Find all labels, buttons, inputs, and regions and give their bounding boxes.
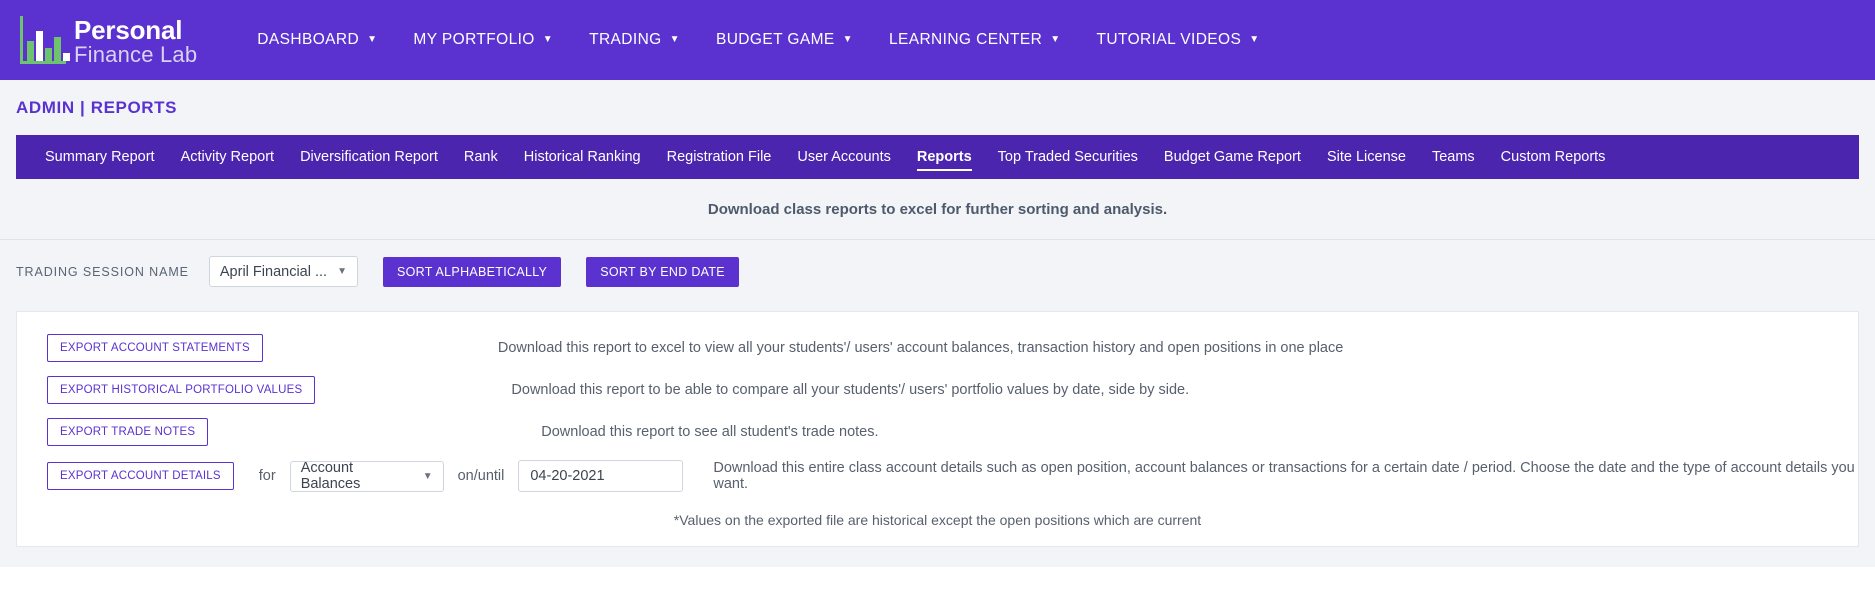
account-details-date-input[interactable] bbox=[518, 460, 684, 492]
subnav-container: Summary Report Activity Report Diversifi… bbox=[0, 135, 1875, 179]
tab-historical-ranking[interactable]: Historical Ranking bbox=[511, 135, 654, 179]
trading-session-label: TRADING SESSION NAME bbox=[16, 264, 189, 279]
export-account-statements-button[interactable]: EXPORT ACCOUNT STATEMENTS bbox=[47, 334, 263, 362]
tab-label: Diversification Report bbox=[300, 149, 438, 165]
nav-item-label: LEARNING CENTER bbox=[888, 31, 1043, 48]
tab-label: User Accounts bbox=[797, 149, 891, 165]
export-historical-portfolio-values-row: EXPORT HISTORICAL PORTFOLIO VALUES Downl… bbox=[17, 376, 1858, 404]
nav-item-learning-center[interactable]: LEARNING CENTER ▼ bbox=[871, 31, 1079, 49]
nav-item-label: TRADING bbox=[589, 31, 662, 48]
intro-text: Download class reports to excel for furt… bbox=[707, 201, 1168, 218]
page-title: ADMIN | REPORTS bbox=[16, 97, 178, 117]
tab-label: Site License bbox=[1326, 149, 1406, 165]
page-title-strip: ADMIN | REPORTS bbox=[0, 80, 1875, 135]
tab-label: Activity Report bbox=[180, 149, 275, 165]
nav-item-tutorial-videos[interactable]: TUTORIAL VIDEOS ▼ bbox=[1079, 31, 1278, 49]
tab-label: Registration File bbox=[666, 149, 772, 165]
export-account-details-button[interactable]: EXPORT ACCOUNT DETAILS bbox=[47, 462, 234, 490]
chevron-down-icon: ▼ bbox=[1249, 34, 1260, 45]
tab-custom-reports[interactable]: Custom Reports bbox=[1488, 135, 1619, 179]
chevron-down-icon: ▼ bbox=[669, 34, 680, 45]
nav-item-trading[interactable]: TRADING ▼ bbox=[571, 31, 698, 49]
nav-item-label: MY PORTFOLIO bbox=[413, 31, 535, 48]
sort-by-end-date-button[interactable]: SORT BY END DATE bbox=[586, 256, 739, 287]
nav-item-label: DASHBOARD bbox=[257, 31, 360, 48]
export-account-details-description: Download this entire class account detai… bbox=[713, 460, 1855, 492]
site-logo[interactable]: Personal Finance Lab bbox=[12, 15, 197, 66]
tab-label: Rank bbox=[463, 149, 498, 165]
tab-budget-game-report[interactable]: Budget Game Report bbox=[1151, 135, 1314, 179]
admin-tab-bar: Summary Report Activity Report Diversifi… bbox=[16, 135, 1859, 179]
account-details-type-select[interactable]: Account Balances ▼ bbox=[289, 460, 444, 492]
tab-label: Historical Ranking bbox=[523, 149, 641, 165]
export-account-statements-row: EXPORT ACCOUNT STATEMENTS Download this … bbox=[17, 334, 1858, 362]
tab-summary-report[interactable]: Summary Report bbox=[32, 135, 168, 179]
tab-activity-report[interactable]: Activity Report bbox=[168, 135, 287, 179]
tab-reports[interactable]: Reports bbox=[904, 135, 985, 179]
export-historical-portfolio-values-button[interactable]: EXPORT HISTORICAL PORTFOLIO VALUES bbox=[47, 376, 316, 404]
reports-card-container: EXPORT ACCOUNT STATEMENTS Download this … bbox=[0, 303, 1875, 567]
tab-site-license[interactable]: Site License bbox=[1314, 135, 1419, 179]
chevron-down-icon: ▼ bbox=[1050, 34, 1061, 45]
export-trade-notes-description: Download this report to see all student'… bbox=[541, 424, 879, 440]
nav-item-label: TUTORIAL VIDEOS bbox=[1096, 31, 1242, 48]
export-account-statements-description: Download this report to excel to view al… bbox=[497, 340, 1344, 356]
label-on-until: on/until bbox=[457, 468, 505, 484]
export-trade-notes-row: EXPORT TRADE NOTES Download this report … bbox=[17, 418, 1858, 446]
top-navigation-bar: Personal Finance Lab DASHBOARD ▼ MY PORT… bbox=[0, 0, 1875, 80]
chevron-down-icon: ▼ bbox=[367, 34, 378, 45]
tab-label: Reports bbox=[916, 149, 972, 165]
export-account-details-row: EXPORT ACCOUNT DETAILS for Account Balan… bbox=[17, 460, 1858, 492]
tab-rank[interactable]: Rank bbox=[451, 135, 511, 179]
tab-user-accounts[interactable]: User Accounts bbox=[784, 135, 904, 179]
tab-label: Top Traded Securities bbox=[997, 149, 1138, 165]
chevron-down-icon: ▼ bbox=[542, 34, 554, 45]
account-details-type-selected-value: Account Balances bbox=[300, 460, 361, 492]
intro-band: Download class reports to excel for furt… bbox=[0, 179, 1875, 240]
brand-name-line2: Finance Lab bbox=[74, 41, 198, 67]
chevron-down-icon: ▼ bbox=[337, 266, 347, 277]
nav-item-dashboard[interactable]: DASHBOARD ▼ bbox=[239, 31, 395, 49]
nav-item-budget-game[interactable]: BUDGET GAME ▼ bbox=[698, 31, 871, 49]
export-footnote: *Values on the exported file are histori… bbox=[673, 512, 1202, 528]
nav-item-my-portfolio[interactable]: MY PORTFOLIO ▼ bbox=[395, 31, 571, 49]
reports-card: EXPORT ACCOUNT STATEMENTS Download this … bbox=[16, 311, 1859, 547]
main-menu: DASHBOARD ▼ MY PORTFOLIO ▼ TRADING ▼ BUD… bbox=[239, 31, 1277, 49]
tab-label: Custom Reports bbox=[1500, 149, 1606, 165]
brand-name-line1: Personal bbox=[74, 14, 183, 45]
chevron-down-icon: ▼ bbox=[422, 470, 433, 482]
tab-label: Teams bbox=[1431, 149, 1475, 165]
tab-top-traded-securities[interactable]: Top Traded Securities bbox=[985, 135, 1151, 179]
tab-registration-file[interactable]: Registration File bbox=[654, 135, 785, 179]
tab-label: Budget Game Report bbox=[1163, 149, 1301, 165]
label-for: for bbox=[258, 468, 276, 484]
sort-alphabetically-button[interactable]: SORT ALPHABETICALLY bbox=[382, 256, 562, 287]
nav-item-label: BUDGET GAME bbox=[715, 31, 835, 48]
tab-teams[interactable]: Teams bbox=[1419, 135, 1488, 179]
tab-diversification-report[interactable]: Diversification Report bbox=[287, 135, 451, 179]
tab-label: Summary Report bbox=[45, 149, 155, 165]
export-historical-portfolio-values-description: Download this report to be able to compa… bbox=[511, 382, 1190, 398]
bar-chart-logo-icon bbox=[18, 16, 70, 64]
export-trade-notes-button[interactable]: EXPORT TRADE NOTES bbox=[47, 418, 209, 446]
chevron-down-icon: ▼ bbox=[842, 34, 853, 45]
trading-session-bar: TRADING SESSION NAME April Financial ...… bbox=[0, 240, 1875, 303]
trading-session-selected-value: April Financial ... bbox=[219, 263, 328, 280]
trading-session-select[interactable]: April Financial ... ▼ bbox=[208, 256, 358, 287]
